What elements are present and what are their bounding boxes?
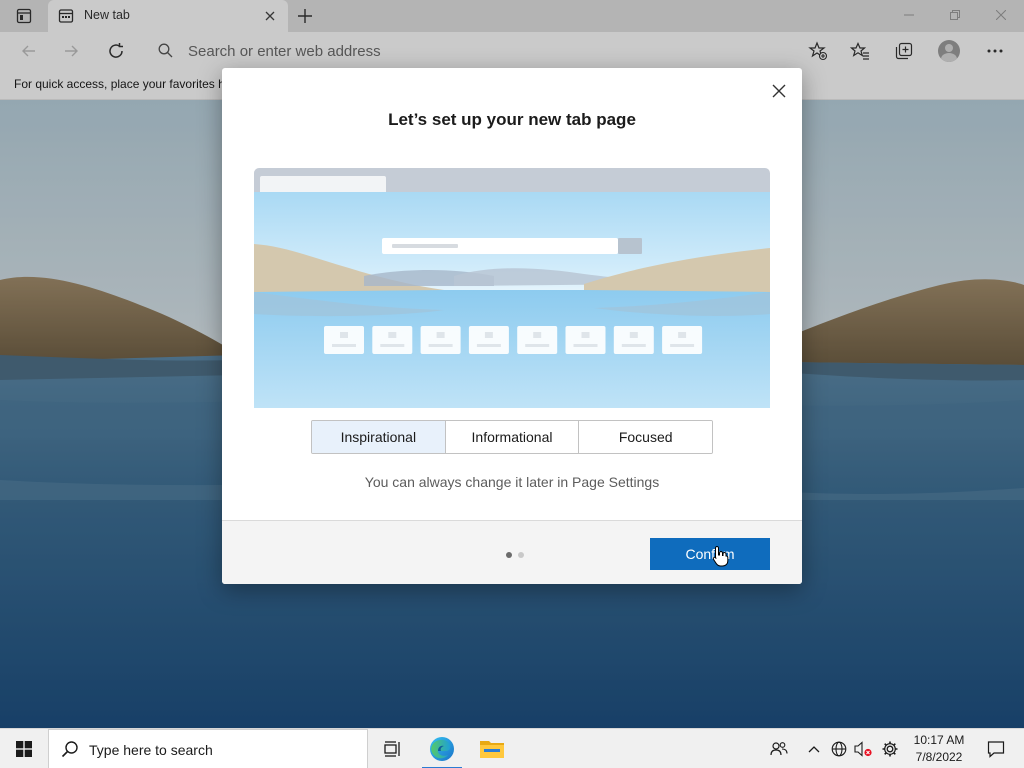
clock-date: 7/8/2022 bbox=[915, 750, 963, 764]
preview-tile-icon bbox=[581, 332, 590, 338]
action-center-icon[interactable] bbox=[976, 729, 1016, 768]
preview-tile-label bbox=[476, 344, 501, 347]
option-inspirational[interactable]: Inspirational bbox=[312, 421, 446, 453]
task-view-icon[interactable] bbox=[368, 729, 416, 768]
volume-muted-icon[interactable] bbox=[851, 729, 875, 768]
taskbar-search-placeholder: Type here to search bbox=[89, 742, 213, 758]
preview-tile bbox=[324, 326, 364, 354]
step-dot-1 bbox=[506, 552, 512, 558]
preview-tile bbox=[613, 326, 654, 354]
chevron-up-icon[interactable] bbox=[802, 729, 826, 768]
windows-start-icon[interactable] bbox=[0, 729, 48, 768]
setup-new-tab-dialog: Let’s set up your new tab page Inspirati… bbox=[222, 68, 802, 584]
layout-preview-image bbox=[254, 168, 770, 408]
preview-tile-label bbox=[428, 344, 453, 347]
confirm-button[interactable]: Confirm bbox=[650, 538, 770, 570]
preview-tile-label bbox=[332, 344, 356, 347]
preview-tile-label bbox=[380, 344, 405, 347]
close-dialog-icon[interactable] bbox=[766, 78, 792, 104]
settings-hint: You can always change it later in Page S… bbox=[364, 474, 660, 490]
preview-tile bbox=[662, 326, 703, 354]
preview-tile-icon bbox=[388, 332, 397, 338]
dialog-title: Let’s set up your new tab page bbox=[388, 110, 636, 129]
edge-icon[interactable] bbox=[418, 729, 466, 768]
option-focused[interactable]: Focused bbox=[579, 421, 712, 453]
network-icon[interactable] bbox=[827, 729, 851, 768]
file-explorer-icon[interactable] bbox=[468, 729, 516, 768]
preview-tile-icon bbox=[340, 332, 348, 338]
clock-time: 10:17 AM bbox=[913, 733, 965, 747]
layout-options: Inspirational Informational Focused bbox=[311, 420, 713, 454]
preview-tile-icon bbox=[678, 332, 687, 338]
taskbar-search-input[interactable]: Type here to search bbox=[48, 729, 368, 768]
preview-tile-icon bbox=[436, 332, 445, 338]
preview-tile bbox=[517, 326, 558, 354]
preview-tile bbox=[468, 326, 509, 354]
people-icon[interactable] bbox=[767, 729, 791, 768]
dialog-footer: Confirm bbox=[222, 520, 802, 584]
preview-tile bbox=[420, 326, 461, 354]
preview-tile bbox=[372, 326, 413, 354]
preview-tile-label bbox=[670, 344, 695, 347]
windows-taskbar: Type here to search 10:17 AM 7/8/2022 bbox=[0, 728, 1024, 768]
preview-tile-label bbox=[621, 344, 646, 347]
preview-tile-icon bbox=[629, 332, 638, 338]
settings-icon[interactable] bbox=[878, 729, 902, 768]
preview-tile bbox=[565, 326, 606, 354]
option-informational[interactable]: Informational bbox=[445, 421, 580, 453]
preview-tile-icon bbox=[484, 332, 493, 338]
step-dot-2 bbox=[518, 552, 524, 558]
preview-tile-label bbox=[573, 344, 598, 347]
preview-tile-label bbox=[525, 344, 550, 347]
hand-cursor-icon bbox=[712, 545, 730, 570]
search-icon bbox=[61, 740, 79, 761]
step-indicator bbox=[506, 552, 524, 558]
preview-tile-icon bbox=[533, 332, 542, 338]
system-clock[interactable]: 10:17 AM 7/8/2022 bbox=[906, 732, 972, 766]
